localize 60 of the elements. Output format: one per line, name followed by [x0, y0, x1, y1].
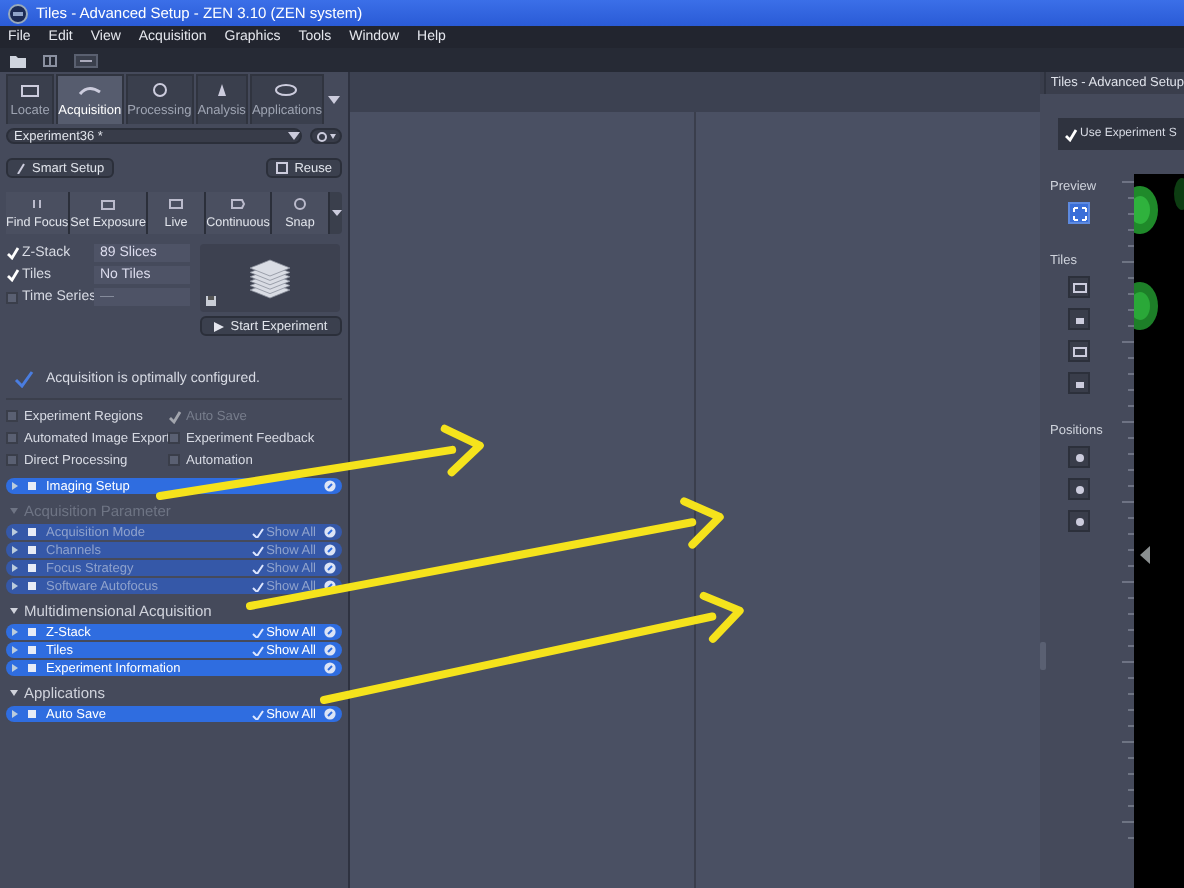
tool-icon [291, 198, 308, 210]
expand-arrow-icon [12, 664, 18, 672]
checkbox[interactable] [168, 454, 180, 466]
checkbox[interactable] [6, 291, 18, 303]
checkbox[interactable] [6, 432, 18, 444]
expand-arrow-icon [12, 564, 18, 572]
save-icon[interactable] [206, 296, 216, 306]
tool-button[interactable] [1068, 510, 1090, 532]
play-icon [214, 321, 225, 331]
logo-icon [8, 3, 28, 23]
settings-button[interactable] [310, 128, 342, 144]
checkbox[interactable] [6, 410, 18, 422]
tool-icon [100, 198, 117, 210]
expand-arrow-icon [12, 646, 18, 654]
tool-icon [26, 480, 38, 492]
fit-icon [1071, 205, 1087, 221]
edit-icon[interactable] [324, 662, 336, 674]
tool-button[interactable] [1068, 446, 1090, 468]
scroll-arrow-icon[interactable] [331, 210, 342, 216]
check-icon [252, 709, 265, 719]
folder-icon[interactable] [10, 53, 26, 67]
tool-button[interactable] [1068, 372, 1090, 394]
collapse-arrow-icon[interactable] [1140, 546, 1150, 564]
expand-arrow-icon [12, 628, 18, 636]
collapse-arrow-icon[interactable] [10, 689, 18, 695]
dropdown-arrow-icon[interactable] [328, 95, 340, 103]
dropdown-arrow-icon [288, 132, 300, 140]
tool-button[interactable] [1068, 340, 1090, 362]
checkmark-icon [14, 370, 34, 388]
checkbox[interactable] [6, 454, 18, 466]
tool-icon [26, 708, 38, 720]
wand-icon [16, 162, 26, 174]
tool-button[interactable] [1068, 202, 1090, 224]
tab-icon [77, 82, 102, 98]
edit-icon[interactable] [324, 480, 336, 492]
expand-arrow-icon [12, 710, 18, 718]
tool-icon [168, 198, 185, 210]
tool-button[interactable] [1068, 478, 1090, 500]
minimize-icon[interactable] [74, 53, 98, 67]
reuse-icon [276, 162, 289, 174]
expand-arrow-icon [12, 546, 18, 554]
edit-icon[interactable] [324, 644, 336, 656]
tool-button[interactable] [1068, 276, 1090, 298]
expand-arrow-icon [12, 528, 18, 536]
checkbox[interactable] [168, 432, 180, 444]
tool-icon [229, 198, 246, 210]
expand-arrow-icon [12, 482, 18, 490]
settings-icon [316, 131, 336, 141]
edit-icon[interactable] [324, 708, 336, 720]
tab-icon [274, 82, 299, 98]
tool-button[interactable] [1068, 308, 1090, 330]
tab-icon [18, 82, 43, 98]
edit-icon[interactable] [324, 626, 336, 638]
tool-icon [29, 198, 46, 210]
check-icon [167, 409, 181, 423]
grid-icon[interactable] [42, 53, 58, 67]
expand-arrow-icon [12, 582, 18, 590]
check-icon [1063, 127, 1077, 141]
collapse-arrow-icon[interactable] [10, 607, 18, 613]
tab-icon [147, 82, 172, 98]
